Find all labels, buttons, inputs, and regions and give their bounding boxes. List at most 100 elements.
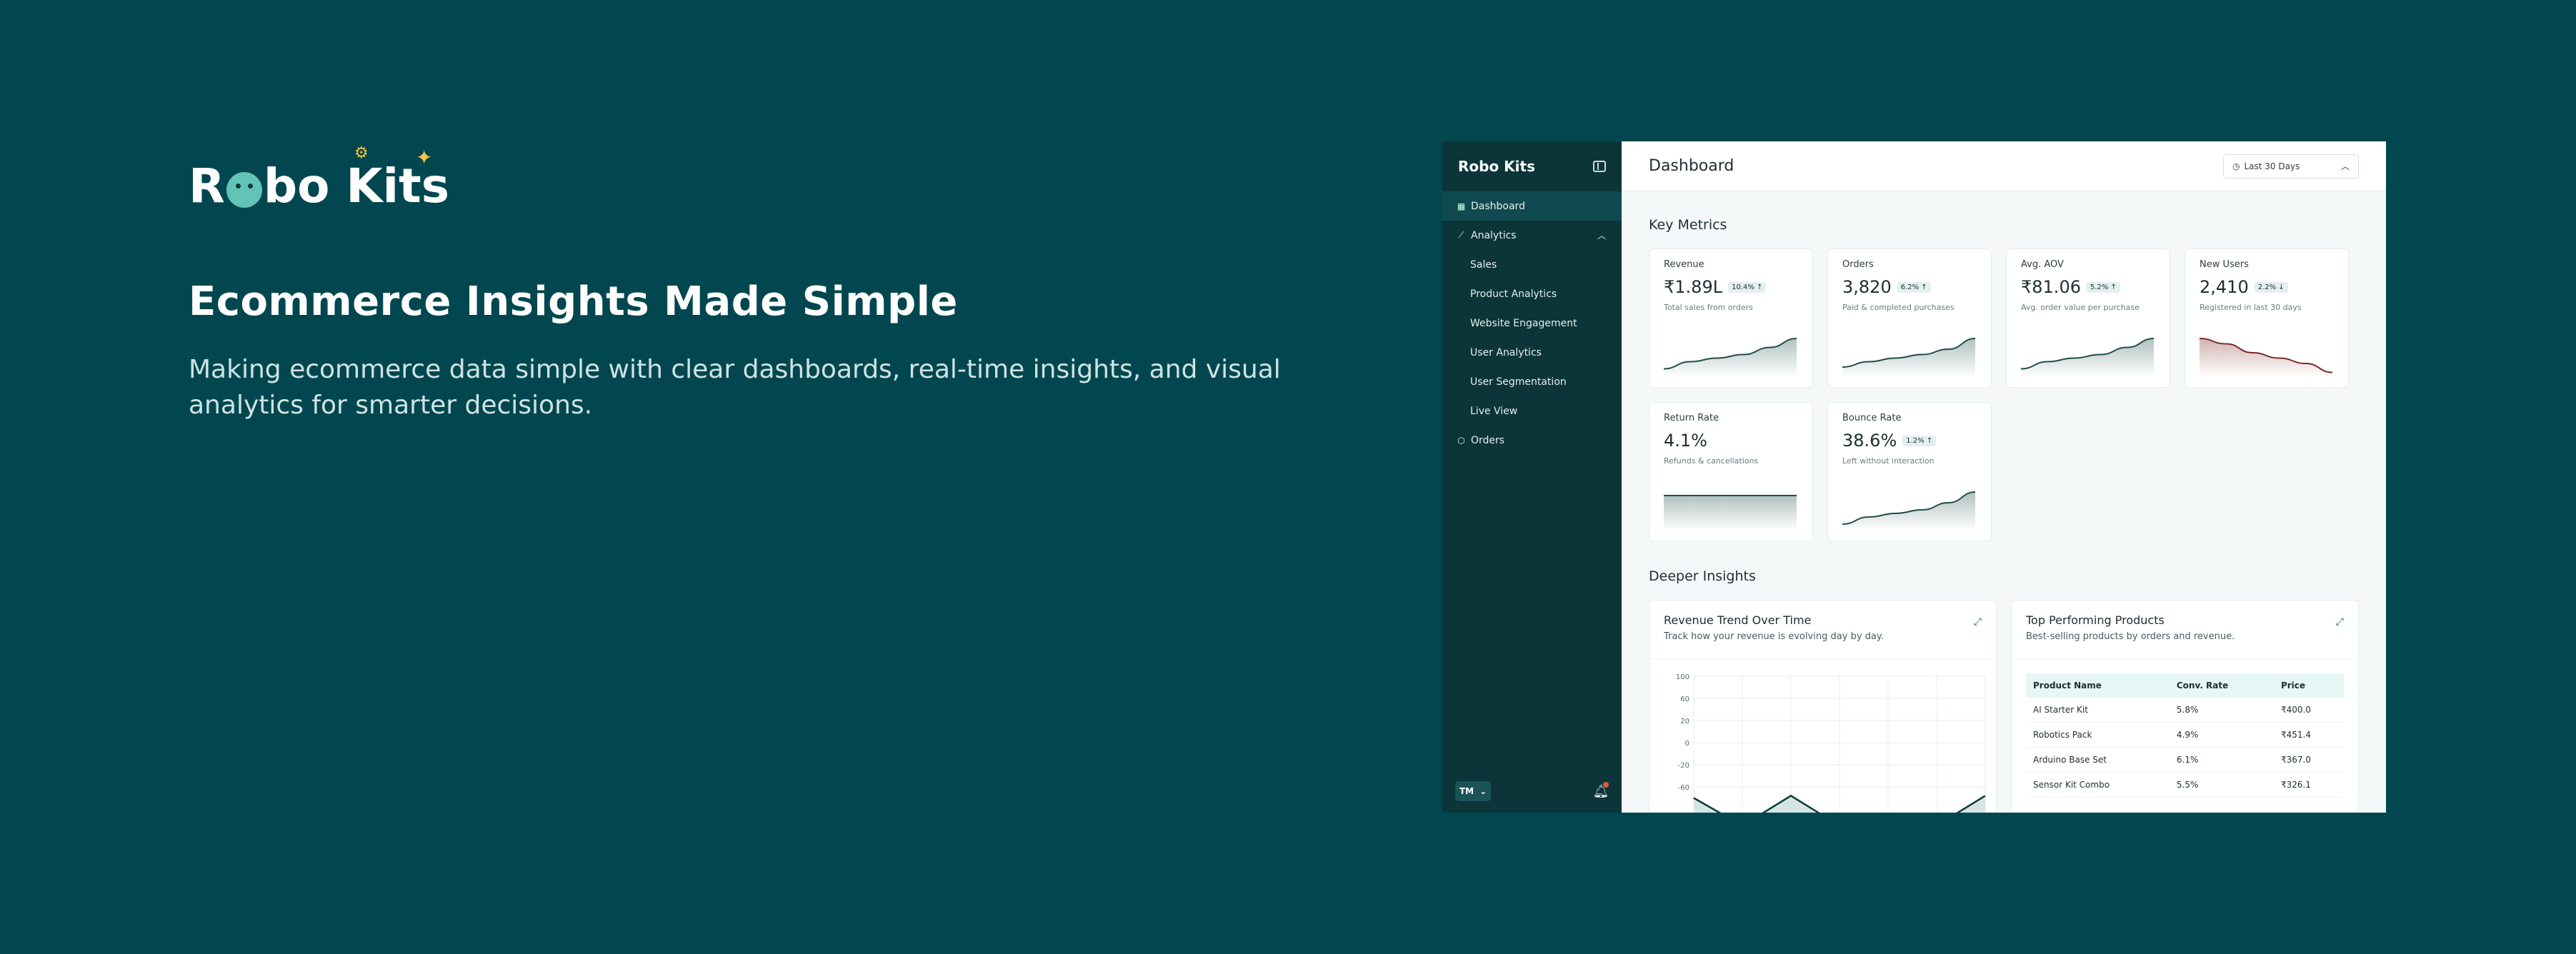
notifications-button[interactable]: 🔔︎ (1593, 782, 1609, 799)
hero-section: R bo Kits ✦ ⚙ Ecommerce Insights Made Si… (189, 144, 1374, 423)
y-tick-label: 60 (1680, 696, 1689, 703)
table-cell: Arduino Base Set (2026, 747, 2170, 773)
top-products-table: Product Name Conv. Rate Price AI Starter K… (2026, 673, 2344, 798)
metric-change-badge: 2.2% ↓ (2254, 281, 2288, 293)
metric-value: 4.1% (1664, 431, 1707, 451)
sidebar-item-website-engagement[interactable]: Website Engagement (1442, 308, 1622, 338)
metric-card: Bounce Rate 38.6% 1.2% ↑ Left without inter… (1827, 402, 1992, 541)
metric-label: Bounce Rate (1842, 413, 1902, 423)
sidebar-item-orders[interactable]: ⬡ Orders (1442, 426, 1622, 455)
metric-value: 38.6% (1842, 431, 1897, 451)
top-products-panel: Top Performing Products Best-selling pro… (2011, 600, 2359, 813)
sidebar: Robo Kits ▦ Dashboard ⟋ Analytics ︿ Sale… (1442, 141, 1622, 813)
metric-sparkline (1664, 495, 1797, 531)
expand-icon[interactable]: ⤢ (2336, 616, 2344, 628)
table-cell: Sensor Kit Combo (2026, 772, 2170, 798)
metric-value: 3,820 (1842, 277, 1892, 297)
metric-change-badge: 6.2% ↑ (1897, 281, 1931, 293)
table-cell: 6.1% (2169, 747, 2274, 773)
table-row[interactable]: Arduino Base Set 6.1% ₹367.0 (2026, 747, 2344, 773)
panel-title: Revenue Trend Over Time (1664, 613, 1812, 627)
sparkline-area (1664, 338, 1797, 377)
notification-badge (1603, 782, 1609, 788)
metric-card: Avg. AOV ₹81.06 5.2% ↑ Avg. order value per… (2006, 248, 2170, 388)
sidebar-item-user-segmentation[interactable]: User Segmentation (1442, 367, 1622, 396)
robot-face-icon (226, 172, 262, 208)
y-tick-label: 0 (1685, 740, 1689, 748)
metric-card: Revenue ₹1.89L 10.4% ↑ Total sales from ord… (1649, 248, 1813, 388)
table-cell: Robotics Pack (2026, 722, 2170, 748)
y-tick-label: -60 (1678, 784, 1689, 792)
main-content: Dashboard ◷ Last 30 Days ︿ Key Metrics R… (1622, 141, 2386, 813)
metric-sparkline (1842, 491, 1975, 531)
clock-icon: ◷ (2232, 161, 2240, 171)
topbar: Dashboard ◷ Last 30 Days ︿ (1622, 141, 2386, 191)
metric-label: New Users (2200, 259, 2249, 270)
revenue-trend-panel: Revenue Trend Over Time Track how your r… (1649, 600, 1997, 813)
metric-sparkline (1664, 338, 1797, 377)
metric-change-badge: 5.2% ↑ (2086, 281, 2120, 293)
column-header[interactable]: Product Name (2026, 673, 2170, 698)
sparkline-area (1842, 338, 1975, 377)
table-row[interactable]: Sensor Kit Combo 5.5% ₹326.1 (2026, 772, 2344, 798)
dashboard-window: Robo Kits ▦ Dashboard ⟋ Analytics ︿ Sale… (1442, 141, 2386, 813)
metric-label: Revenue (1664, 259, 1704, 270)
metric-subtext: Avg. order value per purchase (2021, 303, 2140, 312)
sidebar-item-user-analytics[interactable]: User Analytics (1442, 338, 1622, 367)
hero-headline: Ecommerce Insights Made Simple (189, 278, 958, 325)
sparkline-area (2021, 338, 2154, 377)
sparkline-area (2200, 338, 2332, 377)
sidebar-collapse-icon[interactable] (1593, 161, 1606, 172)
date-range-select[interactable]: ◷ Last 30 Days ︿ (2223, 154, 2359, 179)
deeper-insights-title: Deeper Insights (1649, 568, 1756, 584)
table-cell: ₹326.1 (2273, 772, 2344, 798)
user-menu-button[interactable]: TM ⌄ (1455, 781, 1492, 801)
key-metrics-grid: Revenue ₹1.89L 10.4% ↑ Total sales from ord… (1649, 248, 2359, 541)
sidebar-item-live-view[interactable]: Live View (1442, 396, 1622, 426)
metric-subtext: Refunds & cancellations (1664, 456, 1759, 466)
metric-label: Orders (1842, 259, 1874, 270)
metric-subtext: Paid & completed purchases (1842, 303, 1955, 312)
grid-icon: ▦ (1457, 201, 1466, 211)
panel-title: Top Performing Products (2026, 613, 2165, 627)
sidebar-item-dashboard[interactable]: ▦ Dashboard (1442, 191, 1622, 221)
brand-logo: R bo Kits ✦ ⚙ (189, 144, 449, 214)
chevron-up-icon: ︿ (2340, 161, 2350, 171)
table-cell: AI Starter Kit (2026, 698, 2170, 723)
metric-sparkline (2200, 338, 2332, 377)
metric-sparkline (2021, 338, 2154, 377)
metric-value: ₹81.06 (2021, 277, 2081, 297)
sidebar-item-analytics[interactable]: ⟋ Analytics ︿ (1442, 221, 1622, 250)
sidebar-logo: Robo Kits (1458, 158, 1535, 175)
panel-description: Track how your revenue is evolving day b… (1664, 631, 1884, 642)
gear-icon: ⚙ (354, 144, 369, 162)
expand-icon[interactable]: ⤢ (1974, 616, 1982, 628)
chevron-down-icon: ⌄ (1479, 786, 1487, 796)
metric-change-badge: 10.4% ↑ (1728, 281, 1767, 293)
table-cell: ₹367.0 (2273, 747, 2344, 773)
box-icon: ⬡ (1457, 435, 1465, 446)
revenue-trend-chart: 100 60 20 0 -20 -60 (1676, 673, 1986, 813)
table-row[interactable]: AI Starter Kit 5.8% ₹400.0 (2026, 698, 2344, 723)
table-cell: ₹451.4 (2273, 722, 2344, 748)
y-tick-label: -20 (1678, 762, 1689, 770)
table-row[interactable]: Robotics Pack 4.9% ₹451.4 (2026, 722, 2344, 748)
sidebar-item-product-analytics[interactable]: Product Analytics (1442, 279, 1622, 308)
sidebar-item-sales[interactable]: Sales (1442, 250, 1622, 279)
table-cell: ₹400.0 (2273, 698, 2344, 723)
column-header[interactable]: Conv. Rate (2169, 673, 2274, 698)
column-header[interactable]: Price (2273, 673, 2344, 698)
table-cell: 4.9% (2169, 722, 2274, 748)
metric-subtext: Total sales from orders (1664, 303, 1753, 312)
metric-change-badge: 1.2% ↑ (1902, 435, 1937, 446)
y-tick-label: 20 (1680, 718, 1689, 725)
key-metrics-title: Key Metrics (1649, 217, 1727, 233)
metric-label: Avg. AOV (2021, 259, 2064, 270)
metric-subtext: Left without interaction (1842, 456, 1935, 466)
panel-description: Best-selling products by orders and reve… (2026, 631, 2235, 642)
metric-card: New Users 2,410 2.2% ↓ Registered in last 3… (2185, 248, 2349, 388)
metric-label: Return Rate (1664, 413, 1719, 423)
chevron-up-icon: ︿ (1597, 231, 1606, 241)
sidebar-nav: ▦ Dashboard ⟋ Analytics ︿ Sales Product … (1442, 191, 1622, 455)
sparkle-icon: ✦ (416, 146, 433, 169)
